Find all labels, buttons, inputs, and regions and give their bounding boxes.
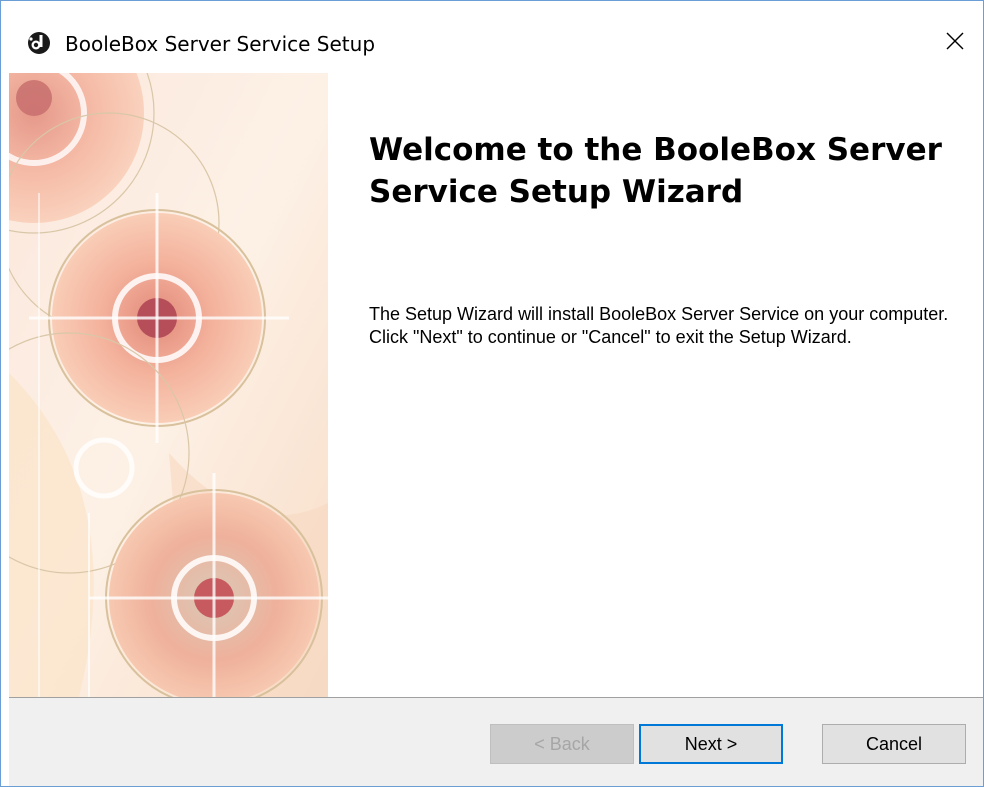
cancel-button[interactable]: Cancel	[822, 724, 966, 764]
boolebox-logo-icon	[28, 32, 50, 54]
close-icon	[946, 32, 964, 50]
wizard-side-banner	[9, 73, 328, 697]
back-button[interactable]: < Back	[490, 724, 634, 764]
welcome-description: The Setup Wizard will install BooleBox S…	[369, 304, 949, 347]
next-button[interactable]: Next >	[639, 724, 783, 764]
setup-wizard-window: BooleBox Server Service Setup Welcome to…	[0, 0, 984, 787]
close-button[interactable]	[927, 15, 983, 67]
title-bar[interactable]: BooleBox Server Service Setup	[1, 1, 983, 73]
window-title: BooleBox Server Service Setup	[65, 32, 376, 56]
welcome-heading: Welcome to the BooleBox Server Service S…	[369, 132, 942, 210]
